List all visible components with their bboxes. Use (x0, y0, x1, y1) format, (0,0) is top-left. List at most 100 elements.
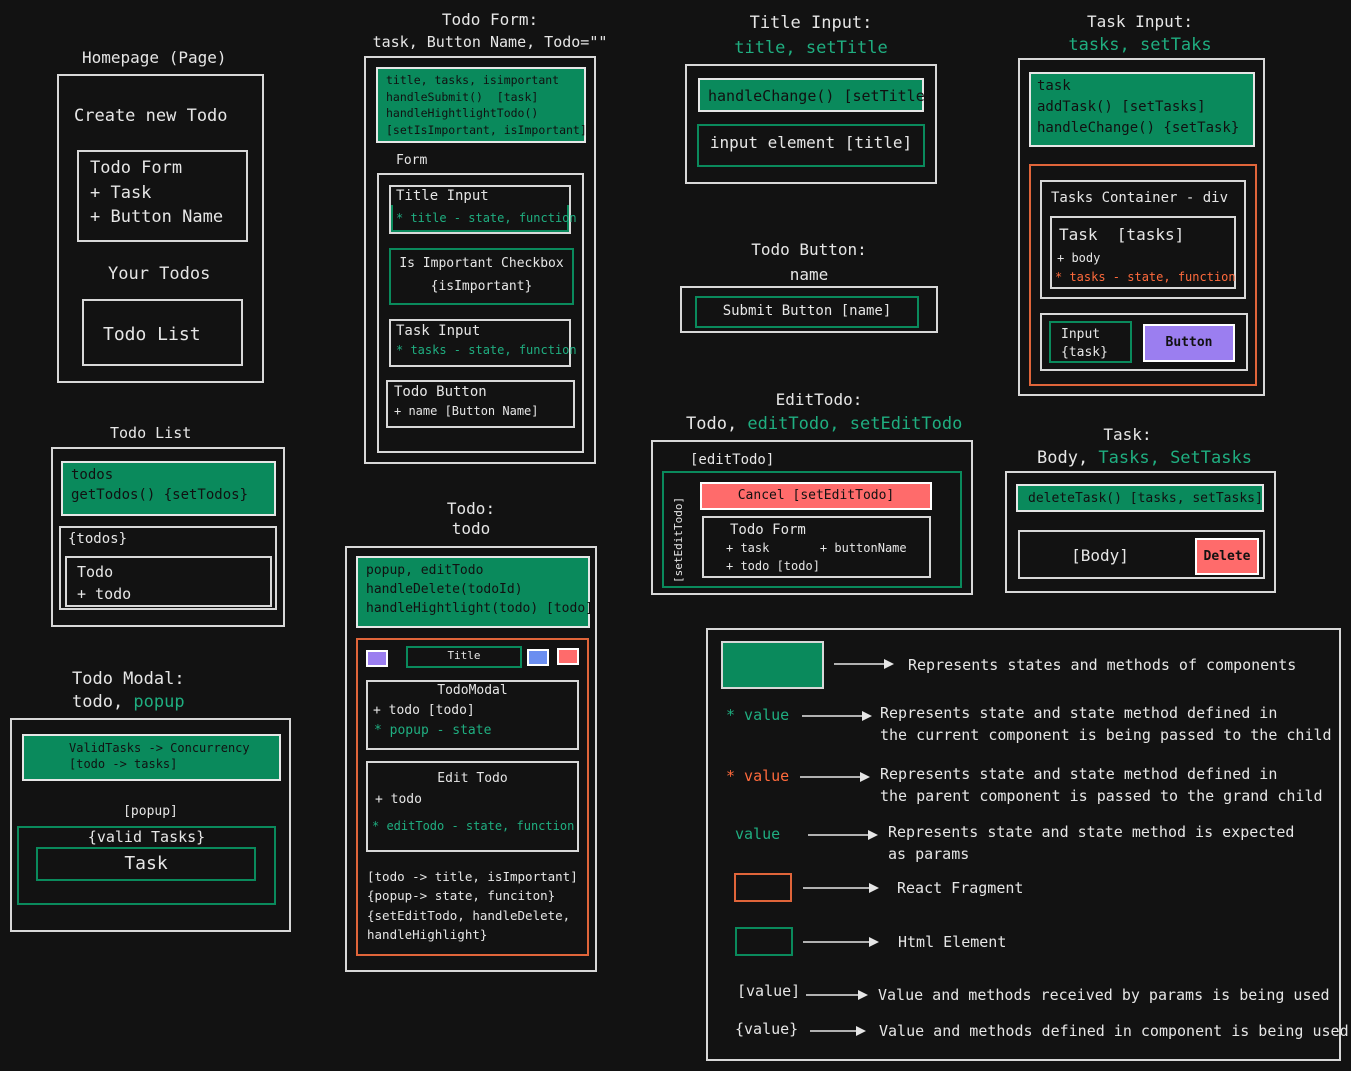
legend-row2-text: Represents state and state method define… (880, 704, 1332, 744)
legend-row6-text: Html Element (898, 933, 1007, 951)
todo-form-title: Todo Form: (441, 10, 539, 29)
arrow-right-icon (808, 830, 878, 840)
legend-row8-text: Value and methods defined in component i… (879, 1022, 1349, 1040)
task-title: Task: (1103, 425, 1152, 444)
task-body: + body (1057, 251, 1101, 265)
edit-todo-params-green: editTodo, setEditTodo (747, 414, 963, 434)
valid-tasks-label: {valid Tasks} (87, 828, 206, 846)
legend-row5-text: React Fragment (897, 879, 1024, 897)
cancel-button[interactable]: Cancel [setEditTodo] (700, 482, 932, 510)
todo-item: + todo (77, 585, 132, 603)
legend-html-swatch (735, 927, 793, 956)
task-body-label: [Body] (1071, 546, 1129, 565)
arrow-right-icon (802, 711, 872, 721)
legend-row4-key: value (735, 825, 781, 843)
todo-list-state: todos getTodos() {setTodos} (61, 461, 276, 516)
legend-row2-key: * value (726, 706, 790, 724)
edit-todo-form-item: + todo [todo] (726, 559, 820, 573)
create-todo-label: Create new Todo (74, 106, 228, 126)
legend-row1-text: Represents states and methods of compone… (908, 656, 1297, 674)
edit-swatch-icon[interactable] (527, 649, 549, 666)
legend-row3-key: * value (726, 767, 790, 785)
todo-modal-params-green: popup (133, 692, 185, 712)
legend-row3-text: Represents state and state method define… (880, 765, 1323, 805)
todo-list-title: Todo List (110, 424, 192, 442)
arrow-right-icon (803, 883, 879, 893)
delete-button[interactable]: Delete (1195, 538, 1259, 575)
edit-todo-form-item: + task + buttonName (726, 541, 907, 555)
edit-todo-title: EditTodo: (775, 390, 863, 409)
todo-state: popup, editTodo handleDelete(todoId) han… (356, 556, 593, 628)
todo-button-label: Todo Button (394, 384, 487, 400)
edit-todo-item: + todo (375, 792, 422, 807)
task-input-label: Task Input (396, 323, 481, 339)
task-input-field-label: Input {task} (1061, 327, 1108, 360)
form-label: Form (396, 153, 428, 168)
task-input-state: task addTask() [setTasks] handleChange()… (1029, 72, 1255, 147)
task-params: Body, Tasks, SetTasks (1037, 448, 1252, 468)
your-todos-label: Your Todos (108, 264, 211, 284)
arrow-right-icon (800, 772, 870, 782)
todo-title: Todo: (446, 499, 496, 518)
todo-list-label: Todo List (103, 324, 201, 345)
todo-title: Todo (77, 563, 114, 581)
title-input-handler: handleChange() [setTitle] (698, 78, 934, 112)
legend-green-fill-swatch (721, 641, 824, 689)
checkbox-label: Is Important Checkbox (399, 256, 564, 271)
add-task-button[interactable]: Button (1143, 324, 1235, 362)
title-input-label: Title Input (396, 188, 489, 204)
todo-title-label: Title (447, 649, 481, 662)
title-input-element: input element [title] (709, 133, 913, 152)
todo-button-title: Todo Button: (751, 240, 867, 259)
todo-form-item: + Button Name (90, 207, 224, 227)
arrow-right-icon (810, 1026, 866, 1036)
title-input-params: title, setTitle (734, 38, 888, 58)
task-params-green: Tasks, SetTasks (1098, 448, 1252, 468)
task-input-params: tasks, setTaks (1068, 35, 1212, 55)
highlight-swatch-icon[interactable] (366, 650, 388, 667)
todo-form-params: task, Button Name, Todo="" (372, 33, 608, 51)
task-label: Task [tasks] (1059, 225, 1185, 244)
todo-button-params: name (789, 265, 829, 284)
popup-label: [popup] (123, 804, 178, 819)
task-input-sub: * tasks - state, function (396, 343, 577, 357)
legend-row8-key: {value} (735, 1020, 799, 1038)
todo-modal-params-plain: todo, (72, 692, 134, 712)
title-input-title: Title Input: (749, 13, 873, 33)
checkbox-sub: {isImportant} (430, 279, 533, 294)
todo-modal-title: Todo Modal: (72, 669, 185, 689)
title-input-sub: * title - state, function (396, 211, 577, 225)
task-state: deleteTask() [tasks, setTasks] (1016, 484, 1264, 512)
edit-todo-params: Todo, editTodo, setEditTodo (686, 414, 962, 434)
todos-label: {todos} (68, 531, 128, 547)
legend-fragment-swatch (734, 873, 792, 902)
edit-todo-label: Edit Todo (437, 771, 508, 786)
arrow-right-icon (803, 937, 879, 947)
task-state: * tasks - state, function (1055, 270, 1236, 284)
todo-form-item: + Task (90, 183, 152, 203)
todo-modal-state: * popup - state (374, 723, 492, 738)
todo-modal-label: TodoModal (437, 683, 508, 698)
set-edit-todo-label: [setEditTodo] (672, 496, 685, 583)
todo-notes: [todo -> title, isImportant] {popup-> st… (367, 869, 578, 943)
legend-row4-text: Represents state and state method is exp… (888, 823, 1295, 863)
todo-form-label: Todo Form (90, 158, 183, 178)
task-label: Task (124, 853, 168, 874)
submit-button-label: Submit Button [name] (722, 303, 892, 319)
edit-todo-form-label: Todo Form (730, 522, 806, 538)
todo-form-state: title, tasks, isimportant handleSubmit()… (376, 67, 587, 143)
todo-params: todo (451, 519, 491, 538)
arrow-right-icon (806, 990, 868, 1000)
delete-swatch-icon[interactable] (557, 648, 579, 665)
todo-modal-state: ValidTasks -> Concurrency [todo -> tasks… (22, 734, 281, 781)
tasks-container-label: Tasks Container - div (1051, 190, 1229, 206)
task-input-title: Task Input: (1087, 12, 1193, 31)
arrow-right-icon (834, 659, 894, 669)
homepage-title: Homepage (Page) (82, 48, 227, 67)
todo-modal-params: todo, popup (72, 692, 185, 712)
legend-row7-text: Value and methods received by params is … (878, 986, 1330, 1004)
legend-row7-key: [value] (737, 982, 801, 1000)
todo-button-sub: + name [Button Name] (394, 404, 539, 418)
task-params-plain: Body, (1037, 448, 1099, 468)
edit-todo-state: * editTodo - state, function (372, 819, 575, 833)
